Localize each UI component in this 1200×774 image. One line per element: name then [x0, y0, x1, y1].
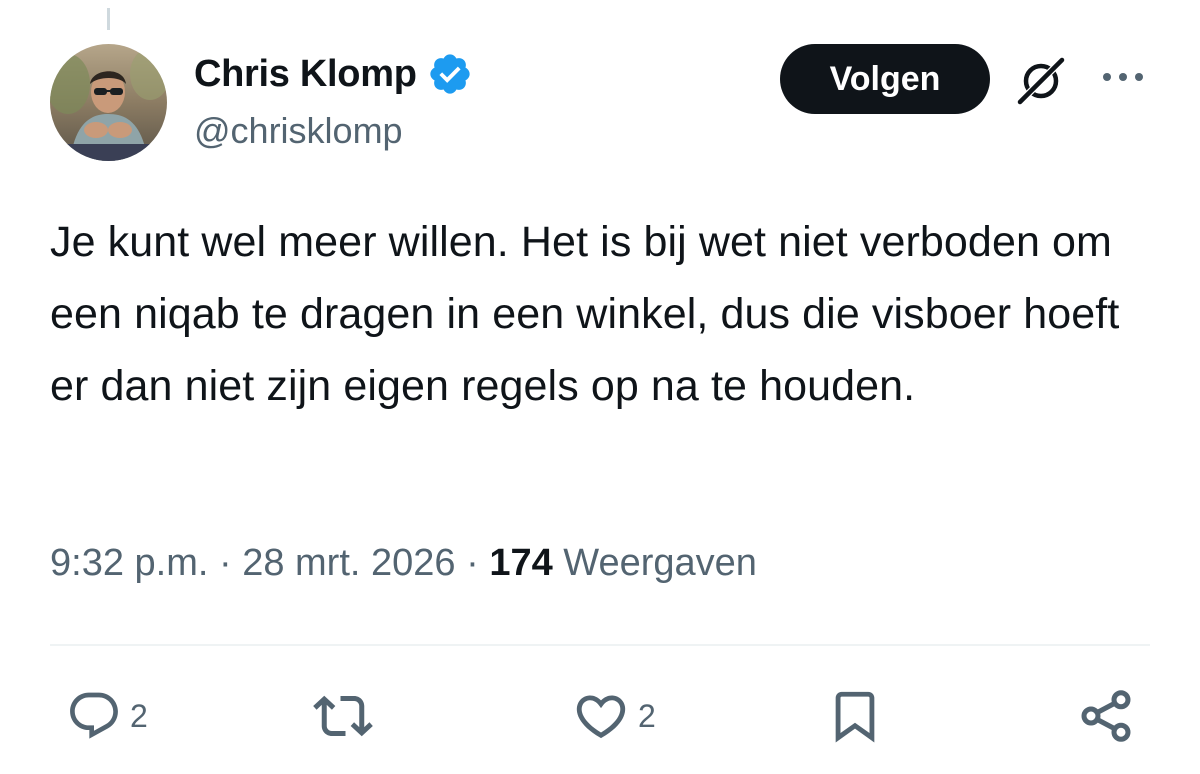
- views-count: 174: [489, 542, 553, 584]
- grok-icon[interactable]: [1012, 52, 1070, 108]
- meta-separator: ·: [466, 542, 479, 584]
- tweet-text: Je kunt wel meer willen. Het is bij wet …: [50, 218, 1120, 410]
- divider: [50, 644, 1150, 646]
- like-count: 2: [638, 697, 656, 734]
- repost-button[interactable]: [313, 686, 373, 746]
- share-icon: [1081, 690, 1131, 742]
- more-icon[interactable]: [1098, 62, 1148, 92]
- heart-icon: [576, 695, 626, 739]
- tweet-date[interactable]: 28 mrt. 2026: [242, 542, 455, 584]
- thread-connector-line: [107, 8, 110, 30]
- bookmark-button[interactable]: [826, 686, 884, 746]
- author-display-name[interactable]: Chris Klomp: [194, 53, 417, 96]
- tweet-meta: 9:32 p.m. · 28 mrt. 2026 · 174 Weergaven: [50, 542, 757, 585]
- share-button[interactable]: [1076, 686, 1136, 746]
- tweet-time[interactable]: 9:32 p.m.: [50, 542, 208, 584]
- views-label: Weergaven: [563, 542, 757, 584]
- author-name-row: Chris Klomp: [194, 50, 473, 98]
- author-handle[interactable]: @chrisklomp: [194, 110, 403, 152]
- bookmark-icon: [835, 691, 875, 743]
- follow-button[interactable]: Volgen: [780, 44, 990, 114]
- verified-badge-icon: [429, 54, 470, 94]
- reply-count: 2: [130, 697, 148, 734]
- like-button[interactable]: 2: [572, 686, 656, 746]
- repost-icon: [313, 695, 373, 737]
- avatar-photo: [50, 44, 167, 161]
- reply-button[interactable]: 2: [66, 686, 148, 746]
- meta-separator: ·: [218, 542, 232, 584]
- avatar[interactable]: [50, 44, 167, 161]
- reply-icon: [70, 692, 118, 739]
